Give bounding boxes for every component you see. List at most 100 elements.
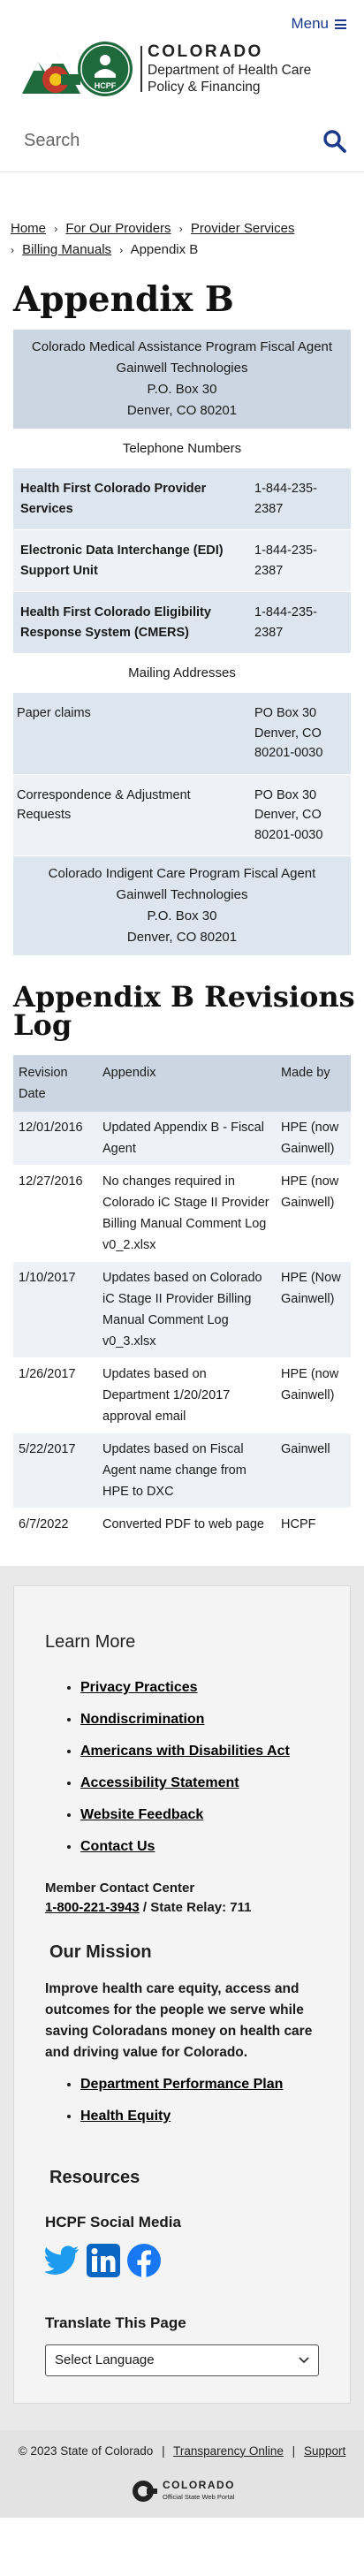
search-bar: [0, 110, 364, 172]
indigent-line1: Colorado Indigent Care Program Fiscal Ag…: [48, 866, 316, 882]
revision-appendix: Updates based on Colorado iC Stage II Pr…: [97, 1261, 276, 1359]
menu-label: Menu: [291, 15, 329, 32]
breadcrumb: Home › For Our Providers › Provider Serv…: [0, 218, 364, 261]
phone-value: 1-844-235-2387: [247, 529, 351, 593]
table-row: 6/7/2022 Converted PDF to web page HCPF: [13, 1508, 351, 1542]
footer-panel: Learn More Privacy Practices Nondiscrimi…: [13, 1585, 351, 2404]
social-links: [45, 2243, 330, 2278]
ada-link[interactable]: Americans with Disabilities Act: [80, 1744, 290, 1759]
indigent-care-address: Colorado Indigent Care Program Fiscal Ag…: [13, 855, 351, 957]
privacy-practices-link[interactable]: Privacy Practices: [80, 1680, 198, 1695]
colorado-portal-icon: [133, 2480, 157, 2502]
indigent-line2: Gainwell Technologies: [116, 887, 248, 903]
revision-appendix: Updates based on Fiscal Agent name chang…: [97, 1432, 276, 1509]
site-footer: Learn More Privacy Practices Nondiscrimi…: [0, 1566, 364, 2430]
page-title: Appendix B: [13, 279, 234, 320]
list-item: Privacy Practices: [80, 1672, 330, 1704]
language-select[interactable]: Select Language: [45, 2344, 319, 2376]
mailing-row: Paper claims PO Box 30 Denver, CO 80201-…: [13, 692, 351, 775]
site-logo[interactable]: HCPF COLORADO Department of Health Care …: [22, 39, 311, 99]
list-item: Nondiscrimination: [80, 1704, 330, 1736]
chevron-right-icon: ›: [54, 223, 58, 235]
list-item: Americans with Disabilities Act: [80, 1736, 330, 1767]
chevron-right-icon: ›: [119, 244, 124, 256]
list-item: Website Feedback: [80, 1799, 330, 1831]
agency-state: COLORADO: [148, 42, 263, 61]
facebook-icon: [127, 2244, 161, 2278]
mailing-heading: Mailing Addresses: [13, 653, 351, 694]
col-header-made-by: Made by: [276, 1055, 351, 1113]
resources-heading: Resources: [49, 2168, 140, 2188]
colorado-logo-icon: [22, 53, 80, 94]
revision-made-by: HCPF: [276, 1508, 351, 1542]
revision-appendix: No changes required in Colorado iC Stage…: [97, 1165, 276, 1263]
revision-date: 1/26/2017: [13, 1357, 97, 1434]
health-equity-link[interactable]: Health Equity: [80, 2109, 171, 2124]
linkedin-link[interactable]: [86, 2243, 121, 2278]
fiscal-agent-line3: P.O. Box 30: [147, 382, 217, 397]
twitter-link[interactable]: [45, 2243, 80, 2278]
revision-date: 12/27/2016: [13, 1165, 97, 1263]
table-row: 5/22/2017 Updates based on Fiscal Agent …: [13, 1432, 351, 1509]
twitter-icon: [45, 2245, 79, 2276]
phone-label: Health First Colorado Provider Services: [13, 467, 247, 531]
copyright-text: © 2023 State of Colorado: [18, 2443, 154, 2458]
transparency-online-link[interactable]: Transparency Online: [173, 2444, 284, 2458]
list-item: Health Equity: [80, 2101, 330, 2132]
breadcrumb-home[interactable]: Home: [11, 221, 46, 236]
revisions-table: Revision Date Appendix Made by 12/01/201…: [13, 1055, 351, 1542]
search-input[interactable]: [24, 131, 319, 151]
linkedin-icon: [87, 2244, 120, 2278]
indigent-line4: Denver, CO 80201: [126, 930, 238, 946]
revision-date: 12/01/2016: [13, 1112, 97, 1166]
language-select-value: Select Language: [55, 2352, 155, 2368]
revision-date: 1/10/2017: [13, 1261, 97, 1359]
chevron-right-icon: ›: [11, 244, 14, 256]
table-row: 1/10/2017 Updates based on Colorado iC S…: [13, 1261, 351, 1359]
telephone-row: Health First Colorado Provider Services …: [13, 467, 351, 531]
contact-phone-link[interactable]: 1-800-221-3943: [45, 1900, 140, 1915]
revision-made-by: HPE (Now Gainwell): [276, 1261, 351, 1359]
learn-more-list: Privacy Practices Nondiscrimination Amer…: [80, 1672, 330, 1863]
telephone-row: Health First Colorado Eligibility Respon…: [13, 591, 351, 655]
col-header-date: Revision Date: [13, 1055, 97, 1113]
agency-dept-line2: Policy & Financing: [148, 80, 261, 95]
telephone-heading: Telephone Numbers: [13, 429, 351, 469]
table-row: 1/26/2017 Updates based on Department 1/…: [13, 1357, 351, 1434]
search-button[interactable]: [319, 125, 351, 157]
breadcrumb-billing-manuals[interactable]: Billing Manuals: [22, 242, 111, 257]
contact-center-line: 1-800-221-3943 / State Relay: 711: [45, 1898, 330, 1918]
breadcrumb-for-our-providers[interactable]: For Our Providers: [65, 221, 171, 236]
mission-text: Improve health care equity, access and o…: [45, 1981, 313, 2061]
phone-value: 1-844-235-2387: [247, 591, 351, 655]
nondiscrimination-link[interactable]: Nondiscrimination: [80, 1712, 204, 1727]
performance-plan-link[interactable]: Department Performance Plan: [80, 2077, 283, 2092]
revision-made-by: HPE (now Gainwell): [276, 1112, 351, 1166]
facebook-link[interactable]: [126, 2243, 162, 2278]
website-feedback-link[interactable]: Website Feedback: [80, 1807, 203, 1822]
badge-text: HCPF: [95, 81, 117, 90]
fiscal-agent-line1: Colorado Medical Assistance Program Fisc…: [31, 339, 333, 354]
portal-title: COLORADO: [163, 2478, 235, 2491]
contact-center-label: Member Contact Center: [45, 1881, 195, 1896]
telephone-row: Electronic Data Interchange (EDI) Suppor…: [13, 529, 351, 593]
col-header-appendix: Appendix: [97, 1055, 276, 1113]
mailing-value: PO Box 30 Denver, CO 80201-0030: [247, 774, 351, 857]
fiscal-agent-line4: Denver, CO 80201: [126, 403, 238, 418]
translate-heading: Translate This Page: [45, 2314, 186, 2332]
breadcrumb-provider-services[interactable]: Provider Services: [191, 221, 295, 236]
state-portal-logo[interactable]: COLORADO Official State Web Portal: [9, 2479, 355, 2504]
contact-us-link[interactable]: Contact Us: [80, 1839, 155, 1854]
revision-made-by: HPE (now Gainwell): [276, 1165, 351, 1263]
phone-label: Health First Colorado Eligibility Respon…: [13, 591, 247, 655]
agency-name: COLORADO Department of Health Care Polic…: [148, 42, 311, 95]
mailing-value: PO Box 30 Denver, CO 80201-0030: [247, 692, 351, 775]
accessibility-statement-link[interactable]: Accessibility Statement: [80, 1775, 239, 1790]
revisions-title: Appendix B Revisions Log: [13, 980, 355, 1043]
mailing-row: Correspondence & Adjustment Requests PO …: [13, 774, 351, 857]
support-link[interactable]: Support: [304, 2444, 345, 2458]
table-row: 12/27/2016 No changes required in Colora…: [13, 1165, 351, 1263]
agency-dept-line1: Department of Health Care: [148, 63, 312, 78]
search-icon: [323, 129, 346, 153]
menu-button[interactable]: Menu: [291, 12, 346, 35]
